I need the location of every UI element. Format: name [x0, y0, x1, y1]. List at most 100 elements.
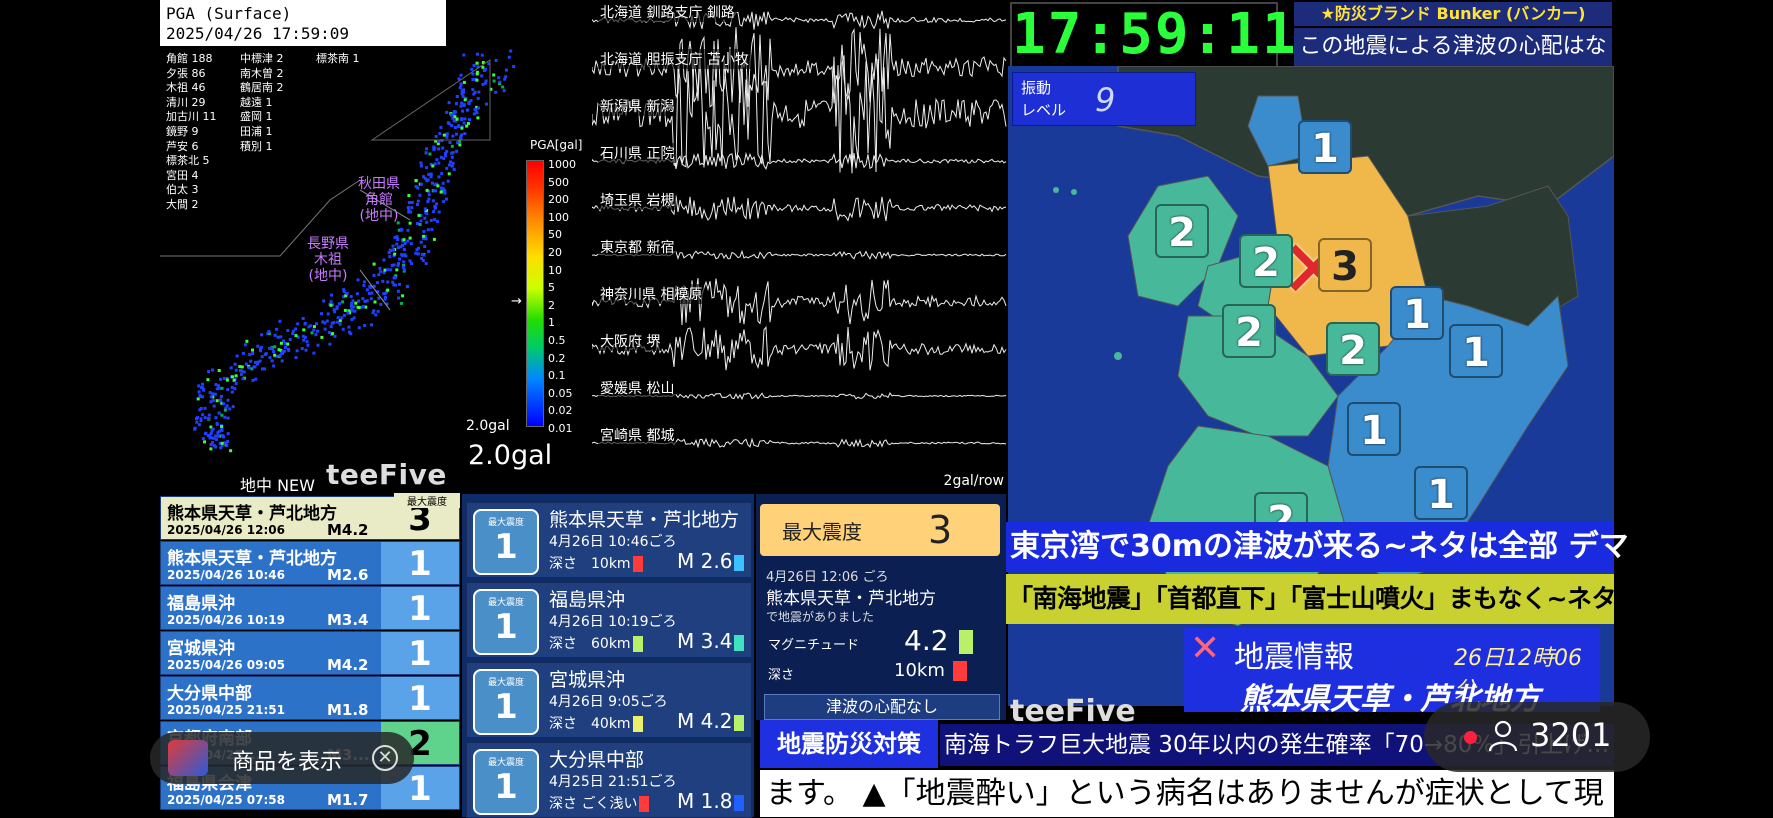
intensity-marker: 1 [1298, 120, 1352, 174]
pga-title-line2: 2025/04/26 17:59:09 [166, 24, 350, 43]
intensity-marker: 1 [1449, 324, 1503, 378]
earthquake-list-row[interactable]: 熊本県天草・芦北地方 2025/04/26 10:46 M2.6 1 [160, 541, 460, 585]
list-row-area: 大分県中部 [167, 684, 252, 704]
sponsor-brand: ★防災ブランド Bunker (バンカー) [1294, 2, 1612, 26]
depth-label: 深さ [768, 668, 795, 683]
earthquake-list-row[interactable]: 福島県沖 2025/04/26 10:19 M3.4 1 [160, 586, 460, 630]
map-label-nagano-text: 長野県 木祖 (地中) [307, 236, 349, 284]
earthquake-card[interactable]: 最大震度 1 福島県沖 4月26日 10:19ごろ 深さ 60km M 3.4 [466, 582, 752, 658]
live-indicator-icon [1464, 731, 1477, 744]
pga-count-item: 越遠 1 [240, 95, 273, 109]
intensity-badge: 最大震度 1 [473, 669, 539, 735]
detail-date: 4月26日 12:06 ごろ [766, 570, 889, 585]
station-label: 石川県 正院 [598, 143, 677, 163]
list-row-datetime: 2025/04/26 09:05 [167, 658, 285, 672]
pga-scale-tick: 0.1 [548, 369, 566, 383]
pga-footer-label: 地中 NEW [240, 476, 315, 493]
pga-counts-column: 標茶南 1 [316, 52, 360, 67]
badge-value: 1 [494, 527, 518, 567]
earthquake-card[interactable]: 最大震度 1 大分県中部 4月25日 21:51ごろ 深さ ごく浅い M 1.8 [466, 742, 752, 818]
close-icon[interactable]: ✕ [372, 745, 398, 771]
earthquake-list-row[interactable]: 宮城県沖 2025/04/26 09:05 M4.2 1 [160, 631, 460, 675]
live-viewer-count[interactable]: 3201 [1424, 702, 1650, 772]
magnitude-number: 4.2 [904, 624, 949, 657]
pga-count-item: 木祖 46 [166, 81, 206, 95]
depth-color-swatch [952, 661, 967, 681]
station-label: 新潟県 新潟 [598, 96, 677, 116]
station-label: 埼玉県 岩槻 [598, 190, 677, 210]
list-row-datetime: 2025/04/25 21:51 [167, 703, 285, 717]
card-area: 大分県中部 [549, 749, 645, 771]
earthquake-card-list: 最大震度 1 熊本県天草・芦北地方 4月26日 10:46ごろ 深さ 10km M 2.6… [462, 494, 754, 818]
tsunami-no-risk: 津波の心配なし [764, 694, 1000, 720]
card-depth-text: 深さ 10km [549, 556, 631, 572]
card-time: 4月26日 10:19ごろ [549, 614, 677, 630]
badge-value: 1 [494, 687, 518, 727]
card-area: 宮城県沖 [549, 669, 626, 691]
earthquake-detail-panel: 最大震度 3 4月26日 12:06 ごろ 熊本県天草・芦北地方 で地震がありま… [756, 494, 1006, 720]
vibration-value: 9 [1095, 81, 1116, 119]
card-magnitude: M 4.2 [677, 709, 745, 733]
product-thumbnail-icon [168, 740, 208, 776]
card-magnitude-text: M 2.6 [677, 549, 733, 573]
badge-value: 1 [494, 607, 518, 647]
depth-color-swatch [632, 636, 643, 652]
station-label: 東京都 新宿 [598, 237, 677, 257]
card-magnitude: M 1.8 [677, 789, 745, 813]
station-label: 愛媛県 松山 [598, 378, 677, 398]
news-ticker: ます。 ▲「地震酔い」という病名はありませんが症状として現 [760, 770, 1614, 817]
pga-scale-title: PGA[gal] [530, 138, 583, 152]
card-area: 福島県沖 [549, 589, 626, 611]
list-row-shindo: 1 [381, 587, 459, 629]
news-category-label: 地震防災対策 [760, 720, 938, 768]
pga-scale-tick: 500 [548, 175, 569, 189]
pga-count-item: 中標津 2 [240, 52, 284, 65]
pga-count-item: 夕張 86 [166, 66, 206, 80]
waveform-scale-label: 2gal/row [943, 473, 1004, 489]
intensity-marker: 2 [1326, 322, 1380, 376]
intensity-marker: 2 [1222, 304, 1276, 358]
depth-color-swatch [639, 796, 650, 812]
pga-scale-tick: 0.02 [548, 404, 573, 418]
intensity-badge: 最大震度 1 [473, 509, 539, 575]
vibration-level-box: 振動 レベル 9 [1012, 72, 1196, 126]
map-label-akita-text: 秋田県 角館 (地中) [358, 176, 400, 224]
depth-value: 10km [894, 660, 967, 681]
card-depth: 深さ 40km [549, 713, 643, 733]
pga-count-item: 角館 188 [166, 52, 213, 65]
list-row-magnitude: M2.6 [327, 566, 369, 584]
depth-number: 10km [894, 660, 945, 681]
intensity-marker: 3 [1318, 238, 1372, 292]
card-magnitude: M 2.6 [677, 549, 745, 573]
intensity-marker: 1 [1414, 466, 1468, 520]
station-label: 神奈川県 相模原 [598, 284, 705, 304]
intensity-marker: 1 [1390, 286, 1444, 340]
show-products-label: 商品を表示 [232, 750, 343, 775]
card-time: 4月26日 10:46ごろ [549, 534, 677, 550]
list-row-area: 熊本県天草・芦北地方 [167, 549, 337, 569]
pga-count-item: 芦安 6 [166, 139, 199, 153]
magnitude-color-swatch [734, 714, 745, 731]
earthquake-list-row[interactable]: 大分県中部 2025/04/25 21:51 M1.8 1 [160, 676, 460, 720]
card-depth-text: 深さ 40km [549, 716, 631, 732]
earthquake-card[interactable]: 最大震度 1 宮城県沖 4月26日 9:05ごろ 深さ 40km M 4.2 [466, 662, 752, 738]
pga-scale-tick: 50 [548, 228, 562, 242]
list-row-datetime: 2025/04/25 07:58 [167, 793, 285, 807]
vibration-level-label: レベル [1021, 101, 1067, 119]
pga-scale-tick: 0.01 [548, 421, 573, 435]
magnitude-color-swatch [734, 794, 745, 811]
pga-scale-tick: 0.5 [548, 333, 566, 347]
earthquake-card[interactable]: 最大震度 1 熊本県天草・芦北地方 4月26日 10:46ごろ 深さ 10km M 2.6 [466, 502, 752, 578]
list-row-datetime: 2025/04/26 10:19 [167, 613, 285, 627]
clock: 17:59:11 [1010, 2, 1298, 68]
pga-count-item: 伯太 3 [166, 183, 199, 197]
station-label: 大阪府 堺 [598, 331, 663, 351]
pga-count-item: 田浦 1 [240, 124, 273, 138]
list-row-magnitude: M1.7 [327, 791, 369, 809]
card-depth: 深さ 60km [549, 633, 643, 653]
magnitude-label: マグニチュード [768, 638, 860, 653]
list-row-area: 福島県沖 [167, 594, 235, 614]
card-depth-text: 深さ 60km [549, 636, 631, 652]
show-products-button[interactable]: 商品を表示 ✕ [150, 732, 414, 784]
detail-area: 熊本県天草・芦北地方 [766, 589, 936, 609]
